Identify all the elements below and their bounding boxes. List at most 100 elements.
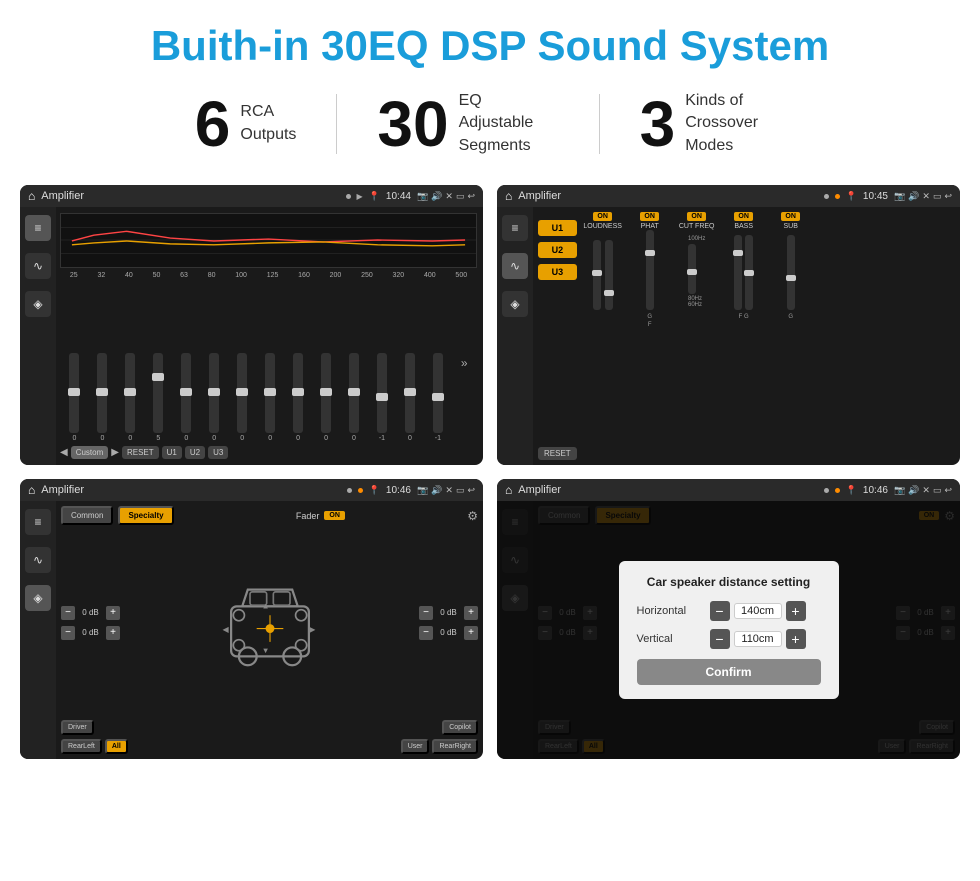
fader-fl-minus[interactable]: − <box>61 606 75 620</box>
loudness-slider1[interactable] <box>593 240 601 310</box>
xover-u2-button[interactable]: U2 <box>538 242 577 258</box>
fader-settings-icon[interactable]: ⚙ <box>467 509 478 523</box>
loudness-slider2[interactable] <box>605 240 613 310</box>
fader-nav-vol[interactable]: ◈ <box>25 585 51 611</box>
fader-left-controls: − 0 dB + − 0 dB + <box>61 529 120 716</box>
sub-slider[interactable] <box>787 235 795 310</box>
eq-more-icon[interactable]: » <box>461 356 468 370</box>
eq-reset-button[interactable]: RESET <box>122 446 159 459</box>
fader-rearright-btn[interactable]: RearRight <box>432 739 478 754</box>
back-icon[interactable]: ↩ <box>467 191 475 202</box>
eq-thumb-12[interactable] <box>376 393 388 401</box>
xover-back-icon[interactable]: ↩ <box>944 191 952 202</box>
eq-u3-button[interactable]: U3 <box>208 446 228 459</box>
fader-nav-eq[interactable]: ≡ <box>25 509 51 535</box>
fader-back-icon[interactable]: ↩ <box>467 485 475 496</box>
xover-nav-vol[interactable]: ◈ <box>502 291 528 317</box>
bass-on-badge[interactable]: ON <box>734 212 753 221</box>
phat-slider[interactable] <box>646 230 654 310</box>
cutfreq-on-badge[interactable]: ON <box>687 212 706 221</box>
confirm-button[interactable]: Confirm <box>637 659 821 685</box>
xover-reset-button[interactable]: RESET <box>538 447 577 460</box>
eq-screen-content: ≡ ∿ ◈ 2 <box>20 207 483 465</box>
volume-icon: 🔊 <box>431 191 442 202</box>
eq-u2-button[interactable]: U2 <box>185 446 205 459</box>
eq-thumb-1[interactable] <box>68 388 80 396</box>
fader-rearleft-btn[interactable]: RearLeft <box>61 739 102 754</box>
eq-thumb-9[interactable] <box>292 388 304 396</box>
fader-location-icon: 📍 <box>369 485 380 496</box>
eq-thumb-3[interactable] <box>124 388 136 396</box>
stat-eq-label: EQ Adjustable Segments <box>459 90 559 157</box>
dist-status-bar: ⌂ Amplifier 📍 10:46 📷 🔊 ✕ ▭ ↩ <box>497 479 960 501</box>
eq-graph <box>60 213 477 268</box>
fader-screen-title: Amplifier <box>41 484 340 496</box>
fader-driver-btn[interactable]: Driver <box>61 720 94 735</box>
eq-thumb-10[interactable] <box>320 388 332 396</box>
eq-thumb-4[interactable] <box>152 373 164 381</box>
phat-on-badge[interactable]: ON <box>640 212 659 221</box>
eq-thumb-13[interactable] <box>404 388 416 396</box>
eq-next-button[interactable]: ▶ <box>111 447 119 458</box>
fader-home-icon[interactable]: ⌂ <box>28 483 35 497</box>
fader-fl-plus[interactable]: + <box>106 606 120 620</box>
dialog-horizontal-ctrl: − 140cm + <box>710 601 806 621</box>
eq-thumb-14[interactable] <box>432 393 444 401</box>
fader-on-toggle[interactable]: ON <box>324 511 345 520</box>
horizontal-value: 140cm <box>734 603 782 619</box>
eq-nav-wave[interactable]: ∿ <box>25 253 51 279</box>
bass-slider1[interactable] <box>734 235 742 310</box>
fader-fr-minus[interactable]: − <box>419 606 433 620</box>
fader-all-btn[interactable]: All <box>105 739 128 754</box>
xover-side-nav: ≡ ∿ ◈ <box>497 207 533 465</box>
eq-thumb-11[interactable] <box>348 388 360 396</box>
fader-fr-plus[interactable]: + <box>464 606 478 620</box>
eq-nav-vol[interactable]: ◈ <box>25 291 51 317</box>
horizontal-plus-button[interactable]: + <box>786 601 806 621</box>
eq-nav-eq[interactable]: ≡ <box>25 215 51 241</box>
xover-u1-button[interactable]: U1 <box>538 220 577 236</box>
eq-track-1[interactable] <box>69 353 79 433</box>
fader-specialty-tab[interactable]: Specialty <box>118 506 173 525</box>
fader-rr-plus[interactable]: + <box>464 626 478 640</box>
dist-back-icon[interactable]: ↩ <box>944 485 952 496</box>
fader-rr-minus[interactable]: − <box>419 626 433 640</box>
distance-dialog-overlay: Car speaker distance setting Horizontal … <box>497 501 960 759</box>
fader-common-tab[interactable]: Common <box>61 506 113 525</box>
channel-bass: ON BASS F G <box>722 212 766 460</box>
eq-thumb-6[interactable] <box>208 388 220 396</box>
bass-slider2[interactable] <box>745 235 753 310</box>
vertical-plus-button[interactable]: + <box>786 629 806 649</box>
vertical-minus-button[interactable]: − <box>710 629 730 649</box>
dist-home-icon[interactable]: ⌂ <box>505 483 512 497</box>
stat-rca: 6 RCA Outputs <box>155 92 337 156</box>
fader-nav-wave[interactable]: ∿ <box>25 547 51 573</box>
xover-status-bar: ⌂ Amplifier 📍 10:45 📷 🔊 ✕ ▭ ↩ <box>497 185 960 207</box>
home-icon[interactable]: ⌂ <box>28 189 35 203</box>
eq-thumb-2[interactable] <box>96 388 108 396</box>
xover-home-icon[interactable]: ⌂ <box>505 189 512 203</box>
eq-thumb-8[interactable] <box>264 388 276 396</box>
fader-rl-plus[interactable]: + <box>106 626 120 640</box>
eq-thumb-7[interactable] <box>236 388 248 396</box>
eq-slider-2: 0 <box>97 353 107 442</box>
loudness-on-badge[interactable]: ON <box>593 212 612 221</box>
eq-thumb-5[interactable] <box>180 388 192 396</box>
xover-volume-icon: 🔊 <box>908 191 919 202</box>
vertical-value: 110cm <box>734 631 782 647</box>
fader-rl-minus[interactable]: − <box>61 626 75 640</box>
cutfreq-slider[interactable] <box>688 244 696 294</box>
eq-prev-button[interactable]: ◀ <box>60 447 68 458</box>
horizontal-minus-button[interactable]: − <box>710 601 730 621</box>
xover-nav-eq[interactable]: ≡ <box>502 215 528 241</box>
eq-custom-button[interactable]: Custom <box>71 446 109 459</box>
fader-rl-ctrl: − 0 dB + <box>61 626 120 640</box>
xover-u3-button[interactable]: U3 <box>538 264 577 280</box>
fader-copilot-btn[interactable]: Copilot <box>442 720 478 735</box>
bass-label: BASS <box>734 223 753 230</box>
dist-window-icon: ▭ <box>933 485 942 496</box>
sub-on-badge[interactable]: ON <box>781 212 800 221</box>
fader-user-btn[interactable]: User <box>401 739 430 754</box>
xover-nav-wave[interactable]: ∿ <box>502 253 528 279</box>
eq-u1-button[interactable]: U1 <box>162 446 182 459</box>
